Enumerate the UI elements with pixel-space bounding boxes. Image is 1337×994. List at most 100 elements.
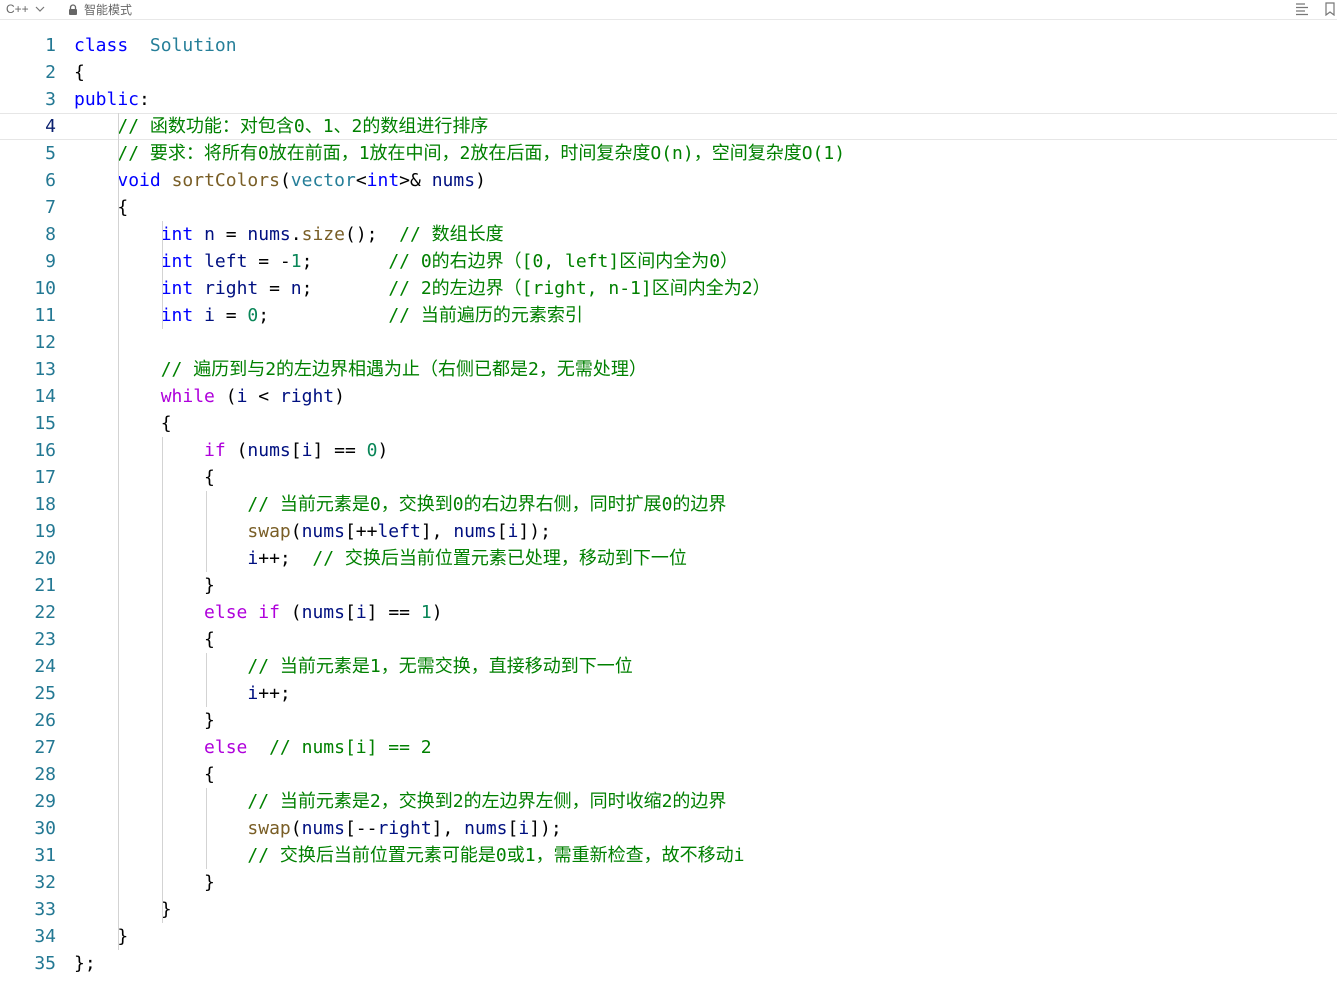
code-line[interactable]: 21 } — [0, 572, 1337, 599]
code-line[interactable]: 1 class Solution — [0, 32, 1337, 59]
code-line[interactable]: 17 { — [0, 464, 1337, 491]
code-line[interactable]: 19 swap(nums[++left], nums[i]); — [0, 518, 1337, 545]
code-text: else // nums[i] == 2 — [74, 734, 432, 761]
code-text: { — [74, 761, 215, 788]
smart-mode-indicator[interactable]: 智能模式 — [68, 1, 132, 17]
code-comment: // 2的左边界（[right, n-1]区间内全为2） — [388, 278, 771, 299]
code-comment: // 当前元素是1，无需交换，直接移动到下一位 — [247, 656, 633, 677]
code-token: } — [74, 899, 172, 920]
code-text: if (nums[i] == 0) — [74, 437, 388, 464]
code-token: ], — [420, 521, 454, 542]
code-token: swap — [247, 521, 291, 542]
code-token: { — [74, 413, 172, 434]
code-token: ]); — [529, 818, 562, 839]
code-token: int — [160, 224, 194, 245]
code-line[interactable]: 7 { — [0, 194, 1337, 221]
code-token: 1 — [290, 251, 302, 272]
code-text: // 函数功能：对包含0、1、2的数组进行排序 — [74, 114, 488, 139]
code-token: int — [160, 251, 194, 272]
code-comment: // 当前元素是0，交换到0的右边界右侧，同时扩展0的边界 — [247, 494, 727, 515]
code-text: // 要求：将所有0放在前面，1放在中间，2放在后面，时间复杂度O(n)，空间复… — [74, 140, 845, 167]
code-token: < — [355, 170, 367, 191]
code-comment: // 遍历到与2的左边界相遇为止（右侧已都是2，无需处理） — [160, 359, 647, 380]
code-line[interactable]: 6 void sortColors(vector<int>& nums) — [0, 167, 1337, 194]
code-token: = — [258, 278, 291, 299]
code-comment: // 交换后当前位置元素可能是0或1，需重新检查，故不移动i — [247, 845, 745, 866]
line-number: 27 — [34, 737, 56, 758]
code-token: nums — [431, 170, 476, 191]
code-line[interactable]: 14 while (i < right) — [0, 383, 1337, 410]
code-line[interactable]: 9 int left = -1; // 0的右边界（[0, left]区间内全为… — [0, 248, 1337, 275]
bookmark-icon[interactable] — [1323, 2, 1337, 16]
code-line[interactable]: 35}; — [0, 950, 1337, 977]
line-number: 21 — [34, 575, 56, 596]
code-text: while (i < right) — [74, 383, 345, 410]
code-line[interactable]: 10 int right = n; // 2的左边界（[right, n-1]区… — [0, 275, 1337, 302]
code-line[interactable]: 11 int i = 0; // 当前遍历的元素索引 — [0, 302, 1337, 329]
line-number: 33 — [34, 899, 56, 920]
indent-guide — [206, 653, 207, 707]
code-line[interactable]: 31 // 交换后当前位置元素可能是0或1，需重新检查，故不移动i — [0, 842, 1337, 869]
code-token: ++; — [258, 548, 313, 569]
line-number: 6 — [45, 170, 56, 191]
code-line[interactable]: 4 // 函数功能：对包含0、1、2的数组进行排序 — [0, 113, 1337, 140]
code-line[interactable]: 28 { — [0, 761, 1337, 788]
code-token: ] == — [312, 440, 367, 461]
code-token: else — [204, 737, 248, 758]
line-number: 1 — [45, 35, 56, 56]
code-line[interactable]: 25 i++; — [0, 680, 1337, 707]
line-number: 5 — [45, 143, 56, 164]
code-editor[interactable]: 1 class Solution 2{3 public: 4 // 函数功能：对包含0、… — [0, 32, 1337, 994]
code-token: class — [74, 35, 129, 56]
code-line[interactable]: 34 } — [0, 923, 1337, 950]
code-line[interactable]: 27 else // nums[i] == 2 — [0, 734, 1337, 761]
code-token: while — [160, 386, 215, 407]
code-line[interactable]: 29 // 当前元素是2，交换到2的左边界左侧，同时收缩2的边界 — [0, 788, 1337, 815]
code-line[interactable]: 26 } — [0, 707, 1337, 734]
code-line[interactable]: 32 } — [0, 869, 1337, 896]
line-number: 34 — [34, 926, 56, 947]
code-token: void — [117, 170, 161, 191]
language-select[interactable]: C++ — [6, 1, 45, 17]
code-token: = — [214, 305, 248, 326]
code-line[interactable]: 23 { — [0, 626, 1337, 653]
code-line[interactable]: 2{ — [0, 59, 1337, 86]
code-token: [ — [290, 440, 302, 461]
code-line[interactable]: 13 // 遍历到与2的左边界相遇为止（右侧已都是2，无需处理） — [0, 356, 1337, 383]
code-line[interactable]: 30 swap(nums[--right], nums[i]); — [0, 815, 1337, 842]
code-line[interactable]: 5 // 要求：将所有0放在前面，1放在中间，2放在后面，时间复杂度O(n)，空… — [0, 140, 1337, 167]
code-token: if — [258, 602, 280, 623]
code-comment: // 函数功能：对包含0、1、2的数组进行排序 — [117, 116, 489, 137]
code-line[interactable]: 22 else if (nums[i] == 1) — [0, 599, 1337, 626]
code-text: } — [74, 572, 215, 599]
code-token: ; — [301, 251, 389, 272]
line-number: 20 — [34, 548, 56, 569]
code-line[interactable]: 15 { — [0, 410, 1337, 437]
code-line[interactable]: 12 — [0, 329, 1337, 356]
code-line[interactable]: 24 // 当前元素是1，无需交换，直接移动到下一位 — [0, 653, 1337, 680]
code-line[interactable]: 3 public: — [0, 86, 1337, 113]
code-line[interactable]: 16 if (nums[i] == 0) — [0, 437, 1337, 464]
code-token: < — [247, 386, 280, 407]
code-line[interactable]: 33 } — [0, 896, 1337, 923]
code-token: ) — [377, 440, 389, 461]
line-number: 10 — [34, 278, 56, 299]
code-line[interactable]: 8 int n = nums.size(); // 数组长度 — [0, 221, 1337, 248]
line-number: 31 — [34, 845, 56, 866]
list-icon[interactable] — [1295, 2, 1309, 16]
code-line[interactable]: 20 i++; // 交换后当前位置元素已处理，移动到下一位 — [0, 545, 1337, 572]
code-text: // 当前元素是2，交换到2的左边界左侧，同时收缩2的边界 — [74, 788, 726, 815]
code-line[interactable]: 18 // 当前元素是0，交换到0的右边界右侧，同时扩展0的边界 — [0, 491, 1337, 518]
line-number: 7 — [45, 197, 56, 218]
line-number: 28 — [34, 764, 56, 785]
code-token: { — [74, 467, 215, 488]
